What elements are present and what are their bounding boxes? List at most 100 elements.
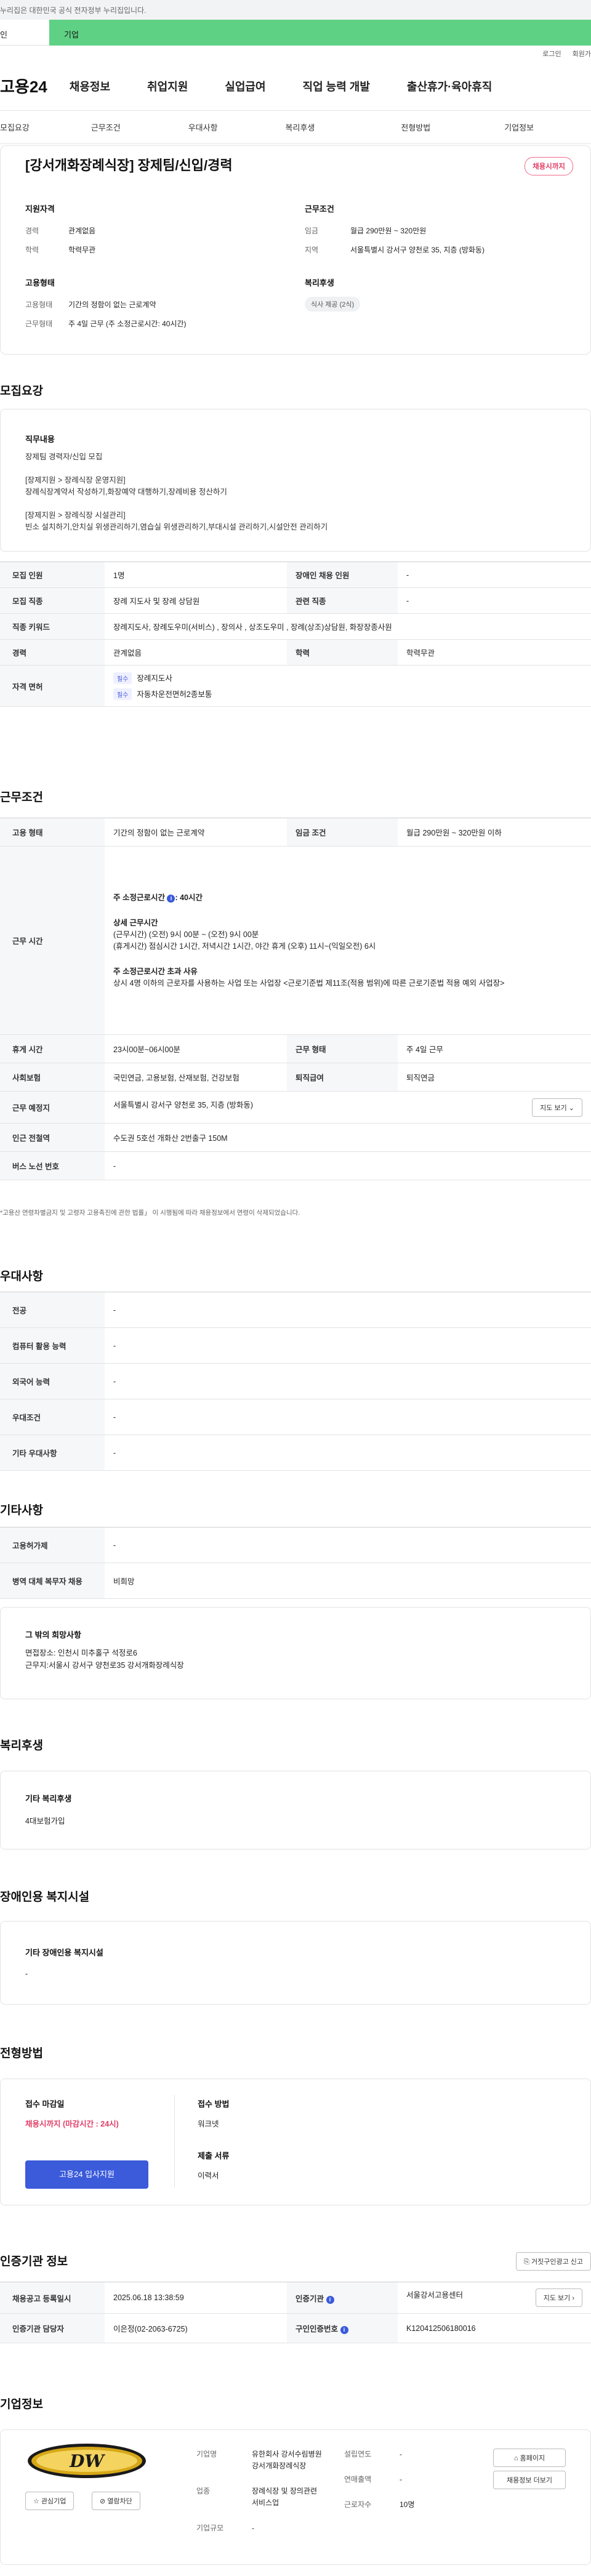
required-badge: 필수 bbox=[113, 688, 132, 700]
row-value: 수도권 5호선 개화산 2번출구 150M bbox=[105, 1123, 591, 1152]
global-nav: 고용24 채용정보 취업지원 실업급여 직업 능력 개발 출산휴가·육아휴직 bbox=[0, 62, 591, 111]
duty-line: 빈소 설치하기,안치실 위생관리하기,염습실 위생관리하기,부대시설 관리하기,… bbox=[25, 523, 328, 531]
duty-line: [장제지원 > 장례식장 운영지원] bbox=[25, 476, 126, 485]
cert-table: 채용공고 등록일시 2025.06.18 13:38:59 인증기관 i 서울강서고용… bbox=[0, 2282, 591, 2343]
site-logo[interactable]: 고용24 bbox=[0, 74, 47, 97]
etc-section-title: 기타사항 bbox=[0, 1504, 43, 1517]
qual-block: 지원자격 경력 관계없음 학력 학력무관 bbox=[25, 203, 95, 255]
row-header: 근무 시간 bbox=[0, 846, 105, 1035]
info-icon[interactable]: i bbox=[326, 2295, 334, 2304]
cond-title: 근무조건 bbox=[305, 204, 334, 214]
detail-hours-title: 상세 근무시간 bbox=[113, 918, 158, 927]
industry-label: 업종 bbox=[196, 2487, 211, 2495]
benefit-card: 기타 복리후생 4대보험가입 bbox=[0, 1771, 591, 1849]
row-value: - bbox=[105, 1151, 591, 1180]
scale-value: - bbox=[252, 2524, 254, 2532]
block-icon: ⊘ bbox=[100, 2498, 106, 2505]
row-value: - bbox=[105, 1435, 591, 1471]
homepage-button[interactable]: ⌂ 홈페이지 bbox=[493, 2449, 566, 2467]
row-header: 우대조건 bbox=[0, 1399, 105, 1435]
employ-label: 근무형태 bbox=[25, 320, 53, 328]
sales-value: - bbox=[400, 2475, 402, 2484]
info-icon[interactable]: i bbox=[340, 2326, 348, 2334]
nav-employment-support[interactable]: 취업지원 bbox=[147, 78, 188, 94]
anchor-recruit[interactable]: 모집요강 bbox=[0, 121, 30, 133]
gov-notice-bar: 누리집은 대한민국 공식 전자정부 누리집입니다. bbox=[0, 0, 591, 20]
section-anchor-nav: 모집요강 근무조건 우대사항 복리후생 전형방법 기업정보 bbox=[0, 111, 591, 144]
row-header: 인증기관 담당자 bbox=[0, 2313, 105, 2343]
week-hours-label: 주 소정근로시간 bbox=[113, 893, 165, 902]
selection-card: 접수 마감일 채용시까지 (마감시간 : 24시) 고용24 입사지원 접수 방… bbox=[0, 2079, 591, 2205]
user-type-tabs: 인 기업 bbox=[0, 20, 591, 46]
info-icon[interactable]: i bbox=[167, 894, 175, 903]
nav-job-info[interactable]: 채용정보 bbox=[70, 78, 110, 94]
nav-parental-leave[interactable]: 출산휴가·육아휴직 bbox=[407, 78, 492, 94]
license-cell: 필수 장례지도사 필수 자동차운전면허2종보통 bbox=[105, 665, 591, 707]
founded-value: - bbox=[400, 2450, 402, 2458]
work-time-cell: 주 소정근로시간 i: 40시간 상세 근무시간 (근무시간) (오전) 9시 … bbox=[105, 846, 591, 1035]
row-value: 서울강서고용센터 지도 보기 › bbox=[398, 2282, 591, 2314]
benefit-box-value: 4대보험가입 bbox=[25, 1817, 65, 1825]
login-link[interactable]: 로그인 bbox=[542, 49, 561, 58]
nav-skill-development[interactable]: 직업 능력 개발 bbox=[303, 78, 370, 94]
row-header: 사회보험 bbox=[0, 1063, 105, 1092]
row-header: 학력 bbox=[287, 639, 398, 666]
gov-notice-text: 누리집은 대한민국 공식 전자정부 누리집입니다. bbox=[0, 6, 147, 15]
row-value: 국민연금, 고용보험, 산재보험, 건강보험 bbox=[105, 1063, 287, 1092]
cond-label: 임금 bbox=[305, 227, 319, 235]
duty-title: 직무내용 bbox=[25, 435, 55, 444]
employ-block: 고용형태 고용형태 기간의 정함이 없는 근로계약 근무형태 주 4일 근무 (주 … bbox=[25, 276, 187, 329]
row-value: 관계없음 bbox=[105, 639, 287, 666]
anchor-work[interactable]: 근무조건 bbox=[91, 121, 121, 133]
tab-individual[interactable]: 인 bbox=[0, 20, 49, 46]
cond-value: 서울특별시 강서구 양천로 35, 지층 (방화동) bbox=[350, 246, 484, 254]
anchor-benefit[interactable]: 복리후생 bbox=[286, 121, 315, 133]
cert-number-label: 구인인증번호 bbox=[296, 2325, 339, 2333]
chevron-down-icon: ⌄ bbox=[568, 1104, 574, 1112]
apply-button[interactable]: 고용24 입사지원 bbox=[25, 2160, 148, 2189]
docs-title: 제출 서류 bbox=[198, 2151, 230, 2160]
deadline-pill: 채용시까지 bbox=[525, 157, 573, 175]
report-icon: ⎘ bbox=[524, 2258, 529, 2266]
report-button-label: 거짓구인광고 신고 bbox=[531, 2258, 583, 2266]
chevron-right-icon: › bbox=[572, 2295, 574, 2302]
benefit-section-title: 복리후생 bbox=[0, 1739, 43, 1752]
tab-company[interactable]: 기업 bbox=[49, 20, 591, 46]
row-header: 버스 노선 번호 bbox=[0, 1151, 105, 1180]
report-fake-ad-button[interactable]: ⎘ 거짓구인광고 신고 bbox=[516, 2252, 591, 2271]
more-jobs-label: 채용정보 더보기 bbox=[507, 2477, 552, 2484]
cond-value: 월급 290만원 ~ 320만원 bbox=[350, 227, 427, 235]
deadline-title: 접수 마감일 bbox=[25, 2099, 65, 2109]
favorite-company-button[interactable]: ☆ 관심기업 bbox=[25, 2492, 74, 2510]
anchor-prefer[interactable]: 우대사항 bbox=[188, 121, 218, 133]
row-header: 외국어 능력 bbox=[0, 1363, 105, 1399]
duty-line: 장제팀 경력자/신입 모집 bbox=[25, 453, 103, 461]
row-value: 23시00분~06시00분 bbox=[105, 1034, 287, 1063]
employ-value: 기간의 정함이 없는 근로계약 bbox=[68, 300, 156, 309]
job-title: [강서개화장례식장] 장제팀/신입/경력 bbox=[25, 158, 233, 173]
nav-unemployment-benefit[interactable]: 실업급여 bbox=[225, 78, 265, 94]
block-view-button[interactable]: ⊘ 열람차단 bbox=[92, 2492, 140, 2510]
selection-section-title: 전형방법 bbox=[0, 2047, 43, 2060]
anchor-company[interactable]: 기업정보 bbox=[504, 121, 534, 133]
agency-map-button[interactable]: 지도 보기 › bbox=[535, 2288, 582, 2307]
row-value: - bbox=[105, 1292, 591, 1328]
welfare-block: 복리후생 식사 제공 (2식) bbox=[305, 276, 361, 312]
duty-lines: 장제팀 경력자/신입 모집 [장제지원 > 장례식장 운영지원] 장례식장계약서… bbox=[25, 451, 328, 533]
signup-link[interactable]: 회원가 bbox=[573, 49, 591, 58]
row-value: - bbox=[398, 587, 591, 614]
employ-label: 고용형태 bbox=[25, 300, 53, 309]
qual-label: 학력 bbox=[25, 246, 39, 254]
disabled-box-value: - bbox=[25, 1970, 28, 1978]
more-jobs-button[interactable]: 채용정보 더보기 bbox=[493, 2471, 566, 2489]
map-button[interactable]: 지도 보기 ⌄ bbox=[532, 1098, 582, 1117]
row-value: 비희망 bbox=[105, 1563, 591, 1599]
anchor-selection[interactable]: 전형방법 bbox=[401, 121, 430, 133]
row-header: 고용허가제 bbox=[0, 1527, 105, 1563]
apply-button-label: 고용24 입사지원 bbox=[59, 2170, 115, 2179]
star-icon: ☆ bbox=[33, 2498, 39, 2505]
row-value: 1명 bbox=[105, 561, 287, 588]
utility-links: 로그인 회원가 bbox=[0, 46, 591, 62]
cert-agency-label: 인증기관 bbox=[296, 2294, 324, 2303]
row-header: 전공 bbox=[0, 1292, 105, 1328]
